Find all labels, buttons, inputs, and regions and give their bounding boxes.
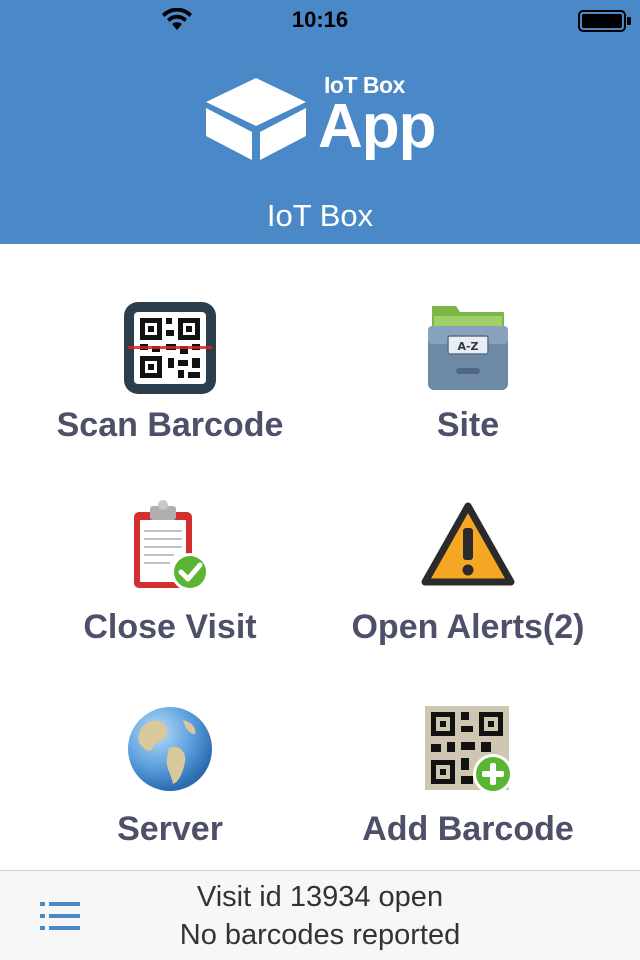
action-grid: Scan Barcode A-Z Site Close Visit Open A… (0, 244, 640, 870)
drawer-label: A-Z (457, 340, 478, 353)
site-button[interactable]: A-Z Site (318, 294, 618, 494)
box-logo-icon (206, 78, 306, 160)
barcode-status-text: No barcodes reported (179, 919, 461, 951)
globe-icon (128, 707, 212, 791)
open-alerts-button[interactable]: Open Alerts(2) (318, 496, 618, 696)
visit-status-text: Visit id 13934 open (196, 881, 444, 913)
battery-icon (578, 10, 631, 32)
open-alerts-label: Open Alerts(2) (351, 608, 585, 646)
warning-icon (421, 502, 515, 586)
close-visit-button[interactable]: Close Visit (20, 496, 320, 696)
qr-scanner-icon (124, 302, 216, 394)
scan-barcode-label: Scan Barcode (56, 406, 284, 444)
clipboard-check-icon (134, 500, 209, 591)
server-button[interactable]: Server (20, 698, 320, 898)
add-barcode-button[interactable]: Add Barcode (318, 698, 618, 898)
server-label: Server (117, 810, 223, 848)
page-title: IoT Box (266, 198, 374, 233)
scan-barcode-button[interactable]: Scan Barcode (20, 294, 320, 494)
status-bar: 10:16 (0, 0, 640, 40)
status-time: 10:16 (291, 7, 349, 32)
add-barcode-label: Add Barcode (362, 810, 574, 848)
site-label: Site (436, 406, 500, 444)
qr-add-icon (425, 706, 513, 794)
file-cabinet-icon: A-Z (428, 306, 508, 390)
close-visit-label: Close Visit (83, 608, 257, 646)
logo-large-text: App (318, 92, 437, 161)
status-footer: Visit id 13934 open No barcodes reported (0, 870, 640, 960)
app-header: 10:16 IoT Box App IoT Box (0, 0, 640, 244)
